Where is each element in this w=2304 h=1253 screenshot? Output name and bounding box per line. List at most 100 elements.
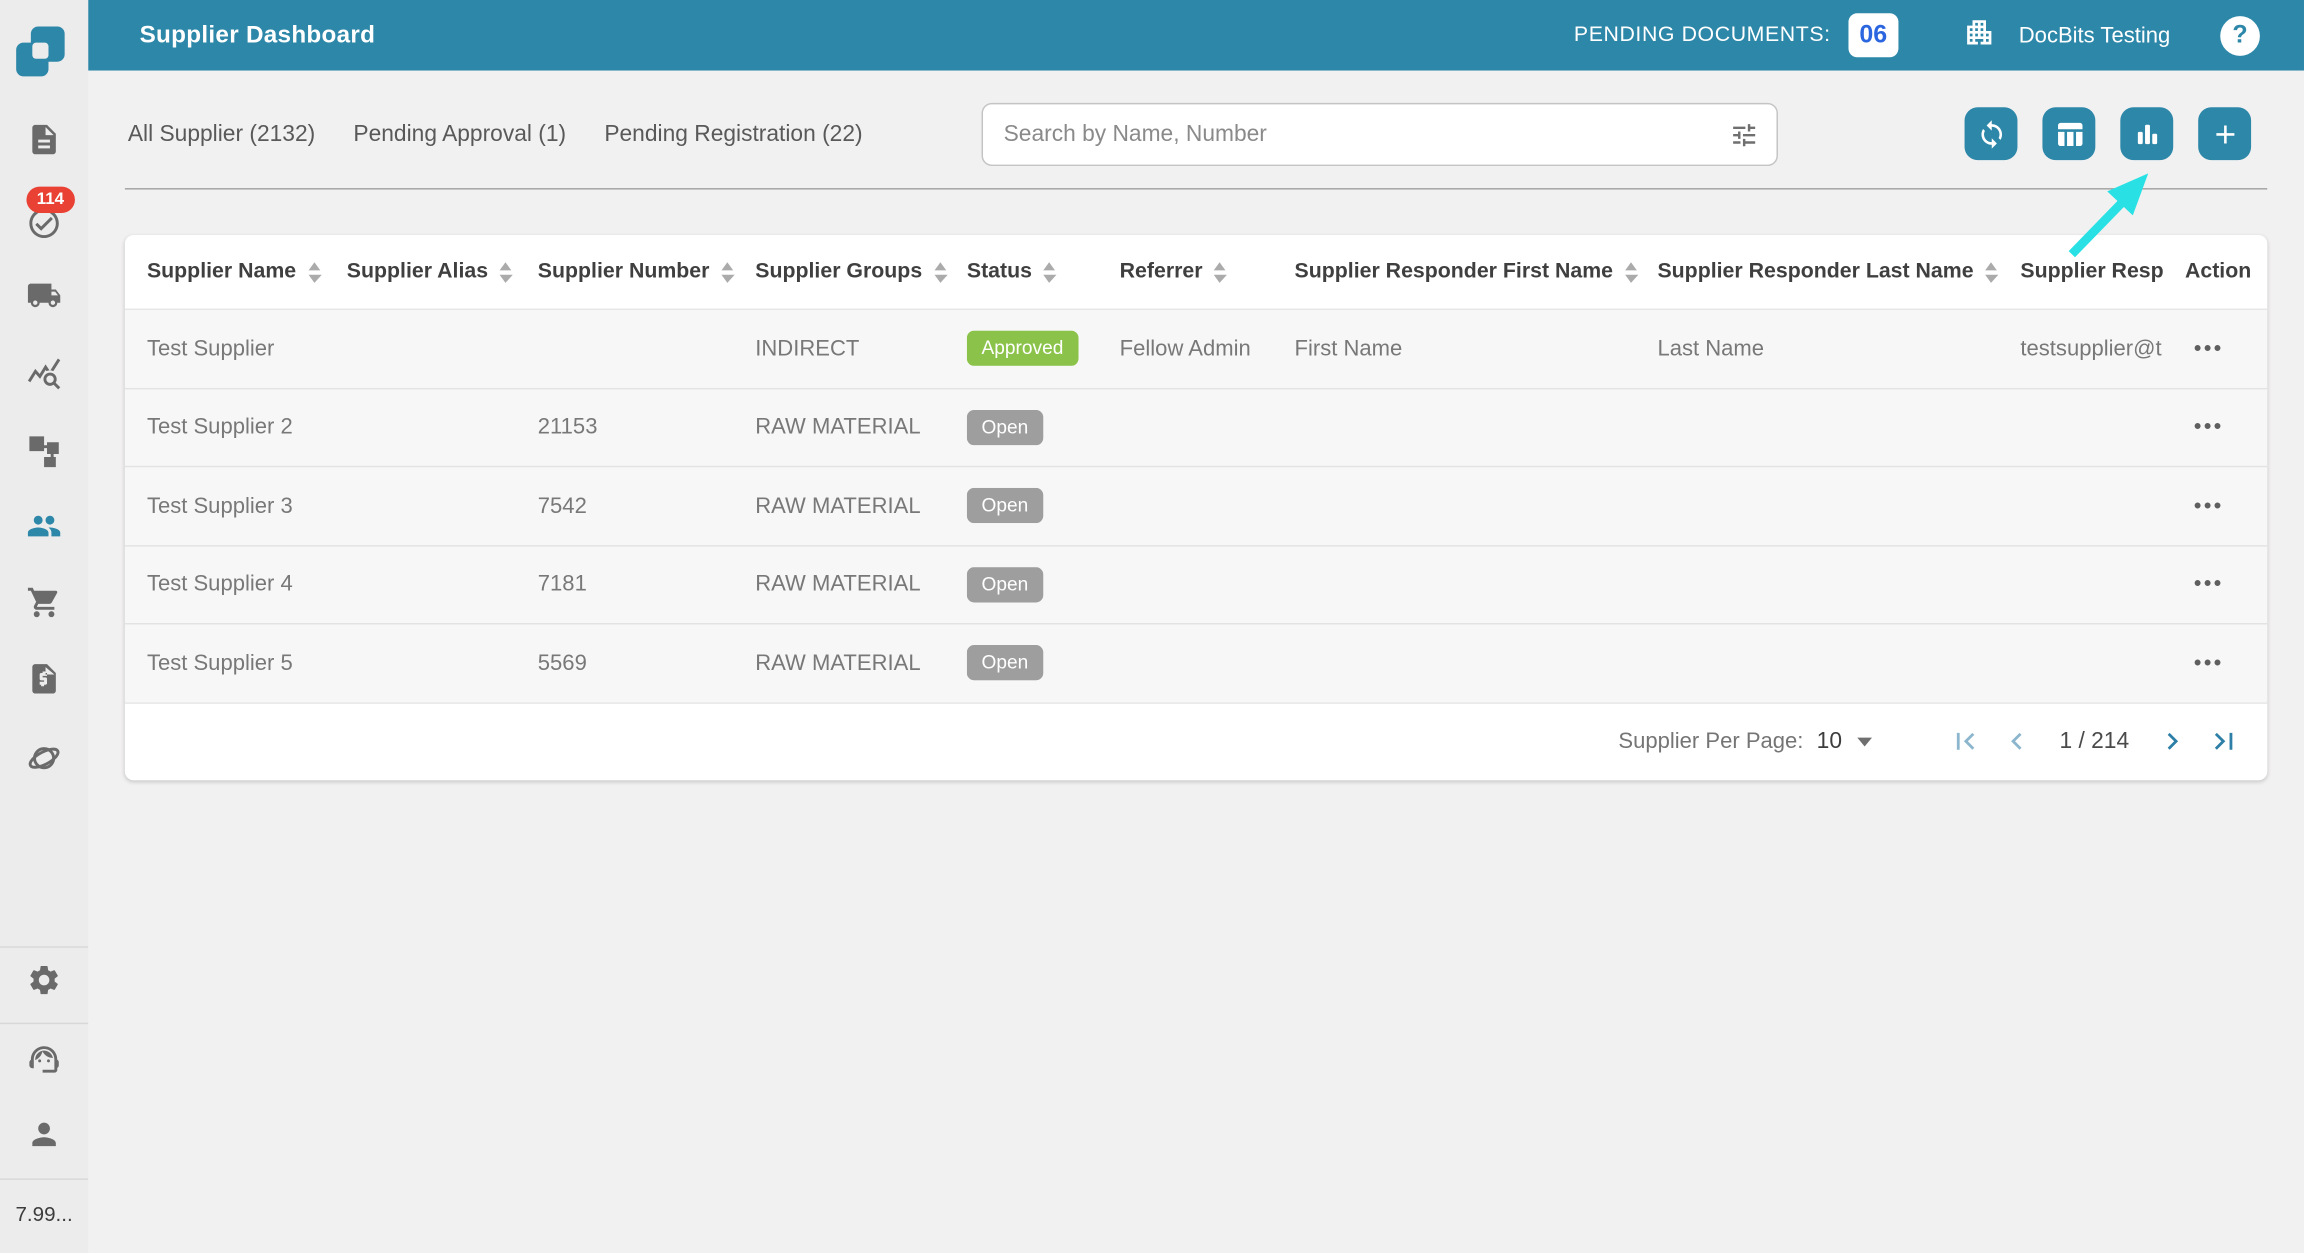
sort-icon [1214,261,1228,283]
pending-documents-count[interactable]: 06 [1848,13,1899,58]
cell-action: ••• [2185,572,2267,597]
column-header-number[interactable]: Supplier Number [538,260,755,284]
column-settings-button[interactable] [2042,107,2096,161]
sidebar-divider [0,1022,89,1025]
organization-name: DocBits Testing [2018,22,2171,48]
toolbar-actions [1964,107,2252,161]
sidebar-item-purchase-orders[interactable] [0,585,88,620]
sidebar-item-suppliers[interactable] [0,508,88,543]
sidebar-item-shipments[interactable] [0,278,88,313]
docbits-logo[interactable] [16,26,66,77]
column-header-name[interactable]: Supplier Name [125,260,347,284]
pending-documents-label: PENDING DOCUMENTS: [1573,23,1831,48]
table-row[interactable]: Test Supplier 3 7542 RAW MATERIAL Open ••• [124,465,2268,545]
document-icon [32,124,56,155]
sidebar-item-documents[interactable] [0,122,88,157]
last-page-icon [2214,732,2233,750]
orbit-icon [28,747,60,770]
column-header-responder_first_name[interactable]: Supplier Responder First Name [1295,260,1658,284]
tune-icon [1733,123,1756,146]
row-actions-button[interactable]: ••• [2185,415,2224,440]
people-icon [27,515,61,537]
last-page-button[interactable] [2207,724,2241,758]
column-label: Action [2184,260,2252,284]
bar-chart-icon [2137,124,2157,144]
sidebar-item-support[interactable] [0,1042,88,1077]
sidebar-item-approvals[interactable]: 114 [0,186,88,241]
tab-pending-approval[interactable]: Pending Approval (1) [353,121,566,147]
cell-status: Open [966,409,1120,445]
search-input[interactable] [983,121,1730,148]
cell-number: 7542 [537,493,587,519]
column-label: Supplier Name [146,260,297,284]
column-label: Supplier Resp [2020,260,2164,284]
first-page-icon [1956,732,1974,750]
sidebar-item-integrations[interactable] [0,741,88,776]
chart-view-button[interactable] [2120,107,2174,161]
status-badge: Open [966,409,1043,445]
pager: 1 / 214 [1948,724,2241,758]
logo-notch [32,42,49,59]
column-label: Supplier Responder First Name [1294,260,1614,284]
sidebar-item-profile[interactable] [0,1117,88,1152]
main-content: All Supplier (2132) Pending Approval (1) P… [88,70,2304,1253]
cell-name: Test Supplier 4 [146,571,293,597]
table-row[interactable]: Test Supplier 4 7181 RAW MATERIAL Open ••• [124,544,2268,624]
sidebar-item-settings[interactable] [0,962,88,997]
next-page-button[interactable] [2156,724,2190,758]
column-header-groups[interactable]: Supplier Groups [755,260,967,284]
sidebar: 114 7.99... [0,0,89,1253]
sidebar-item-workflows[interactable] [0,432,88,468]
row-actions-button[interactable]: ••• [2185,651,2224,676]
cell-status: Approved [966,330,1120,367]
refresh-button[interactable] [1964,107,2018,161]
search-box [981,102,1778,167]
help-button[interactable]: ? [2220,15,2260,56]
column-header-status[interactable]: Status [967,260,1120,284]
top-bar: Supplier Dashboard PENDING DOCUMENTS: 06… [88,0,2304,71]
sort-icon [499,261,514,283]
query-stats-icon [27,358,61,390]
page-title: Supplier Dashboard [139,21,376,48]
gear-icon [30,965,58,995]
table-row[interactable]: Test Supplier INDIRECT Approved Fellow Admi… [124,310,2268,388]
cell-groups: INDIRECT [755,336,860,362]
page-indicator: 1 / 214 [2059,728,2130,754]
sidebar-divider [0,1178,89,1180]
sidebar-item-invoices[interactable] [0,661,88,696]
per-page-value[interactable]: 10 [1817,728,1842,754]
per-page-label: Supplier Per Page: [1618,728,1804,754]
tab-all-supplier[interactable]: All Supplier (2132) [128,121,315,147]
first-page-button [1948,724,1982,758]
tab-pending-registration[interactable]: Pending Registration (22) [604,121,862,147]
sort-icon [933,261,948,283]
column-header-responder_email: Supplier Resp [2020,260,2185,284]
sidebar-item-analytics[interactable] [0,356,88,391]
sort-icon [721,261,735,283]
building-icon [1963,15,1995,55]
tabs-divider [124,188,2268,190]
question-mark-icon: ? [2232,20,2248,49]
organization-menu[interactable]: DocBits Testing [1963,15,2170,55]
column-header-responder_last_name[interactable]: Supplier Responder Last Name [1657,260,2020,284]
column-header-alias[interactable]: Supplier Alias [347,260,538,284]
status-badge: Approved [966,330,1079,367]
previous-page-button [1999,724,2033,758]
column-header-referrer[interactable]: Referrer [1120,260,1295,284]
table-row[interactable]: Test Supplier 5 5569 RAW MATERIAL Open ••• [124,623,2268,702]
cell-groups: RAW MATERIAL [755,414,921,440]
row-actions-button[interactable]: ••• [2185,493,2224,518]
table-row[interactable]: Test Supplier 2 21153 RAW MATERIAL Open ••• [124,387,2268,466]
add-supplier-button[interactable] [2198,107,2252,161]
cell-number: 7181 [537,571,587,597]
row-actions-button[interactable]: ••• [2185,336,2224,361]
column-label: Supplier Responder Last Name [1657,260,1974,284]
plus-icon [2215,124,2234,143]
per-page-dropdown-caret[interactable] [1856,736,1872,746]
cell-status: Open [966,645,1120,681]
filter-icon[interactable] [1729,120,1758,149]
cell-name: Test Supplier 2 [146,414,293,440]
cell-responder_first_name: First Name [1294,336,1403,362]
status-badge: Open [966,645,1043,681]
row-actions-button[interactable]: ••• [2185,572,2224,597]
